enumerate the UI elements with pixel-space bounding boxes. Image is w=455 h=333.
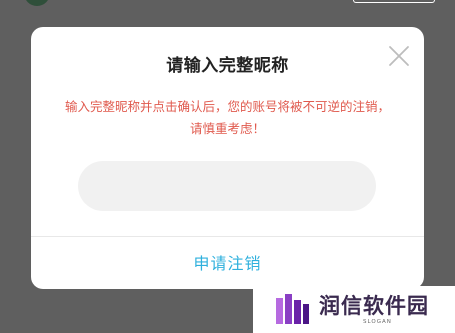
background-header-button [353, 0, 435, 3]
close-icon[interactable] [388, 45, 410, 67]
warning-message: 输入完整昵称并点击确认后，您的账号将被不可逆的注销，请慎重考虑！ [65, 99, 391, 136]
watermark-text: 润信软件园 [319, 294, 429, 318]
watermark-slogan: SLOGAN [363, 319, 392, 325]
cancel-account-dialog: 请输入完整昵称 输入完整昵称并点击确认后，您的账号将被不可逆的注销，请慎重考虑！… [31, 27, 424, 289]
apply-cancel-button[interactable]: 申请注销 [31, 237, 424, 289]
background-avatar [24, 0, 50, 6]
watermark-logo-icon [276, 294, 309, 324]
dialog-title: 请输入完整昵称 [166, 56, 289, 76]
nickname-input[interactable] [78, 161, 376, 211]
watermark-badge: 润信软件园 SLOGAN [253, 286, 455, 333]
